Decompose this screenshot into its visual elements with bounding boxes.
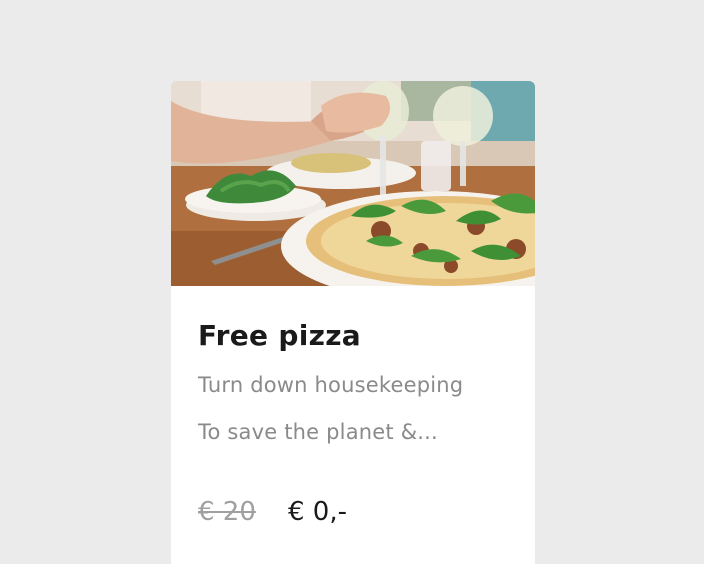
original-price: € 20: [198, 497, 256, 527]
offer-card[interactable]: Free pizza Turn down housekeeping To sav…: [171, 81, 535, 564]
offer-description-line2: To save the planet &...: [198, 420, 438, 444]
offer-description-line1: Turn down housekeeping: [198, 373, 464, 397]
offer-title: Free pizza: [198, 319, 362, 352]
offer-image: [171, 81, 535, 286]
current-price: € 0,-: [288, 497, 347, 527]
